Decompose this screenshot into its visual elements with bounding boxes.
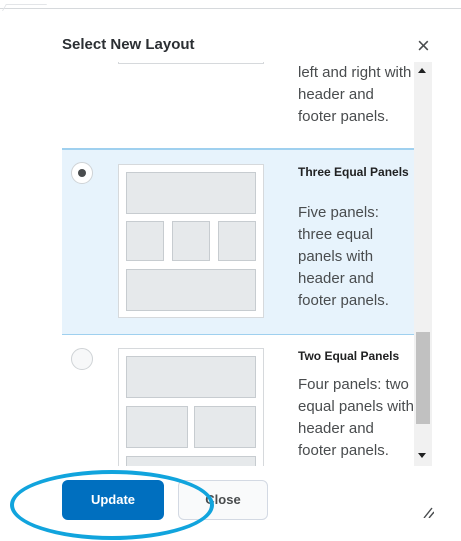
window-top-edge — [0, 0, 461, 9]
resize-handle-icon[interactable] — [422, 506, 434, 518]
close-icon[interactable]: × — [417, 34, 430, 58]
layout-radio-selected[interactable] — [71, 162, 93, 184]
layout-list[interactable]: left and right with header and footer pa… — [62, 62, 414, 466]
layout-description: Four panels: two equal panels with heade… — [298, 376, 414, 459]
layout-thumbnail — [118, 348, 264, 466]
thumbnail-left-panel — [126, 221, 164, 261]
scroll-down-arrow-icon[interactable] — [418, 453, 426, 458]
layout-option-three-equal-panels[interactable]: Three Equal Panels Five panels: three eq… — [62, 149, 414, 335]
layout-option-two-equal-panels[interactable]: Two Equal Panels Four panels: two equal … — [62, 334, 414, 466]
thumbnail-header-panel — [126, 172, 256, 214]
close-button[interactable]: Close — [178, 480, 268, 520]
thumbnail-right-panel — [218, 221, 256, 261]
dialog-title: Select New Layout — [62, 36, 195, 53]
layout-description: Five panels: three equal panels with hea… — [298, 204, 389, 309]
thumbnail-right-panel — [194, 406, 256, 448]
thumbnail-center-panel — [172, 221, 210, 261]
layout-title: Three Equal Panels — [298, 165, 409, 179]
layout-title: Two Equal Panels — [298, 349, 400, 363]
thumbnail-footer-panel — [126, 456, 256, 466]
update-button[interactable]: Update — [62, 480, 164, 520]
thumbnail-left-panel — [126, 406, 188, 448]
thumbnail-header-panel — [126, 356, 256, 398]
scroll-up-arrow-icon[interactable] — [418, 68, 426, 73]
layout-description: left and right with header and footer pa… — [298, 64, 412, 125]
layout-thumbnail — [118, 164, 264, 318]
layout-list-scrollbar[interactable] — [414, 62, 432, 466]
layout-option-left-right[interactable]: left and right with header and footer pa… — [62, 62, 414, 149]
scrollbar-thumb[interactable] — [416, 332, 430, 424]
thumbnail-footer-panel — [126, 269, 256, 311]
decorative-corner-mark — [1, 4, 48, 11]
layout-thumbnail — [118, 62, 264, 64]
layout-radio[interactable] — [71, 348, 93, 370]
